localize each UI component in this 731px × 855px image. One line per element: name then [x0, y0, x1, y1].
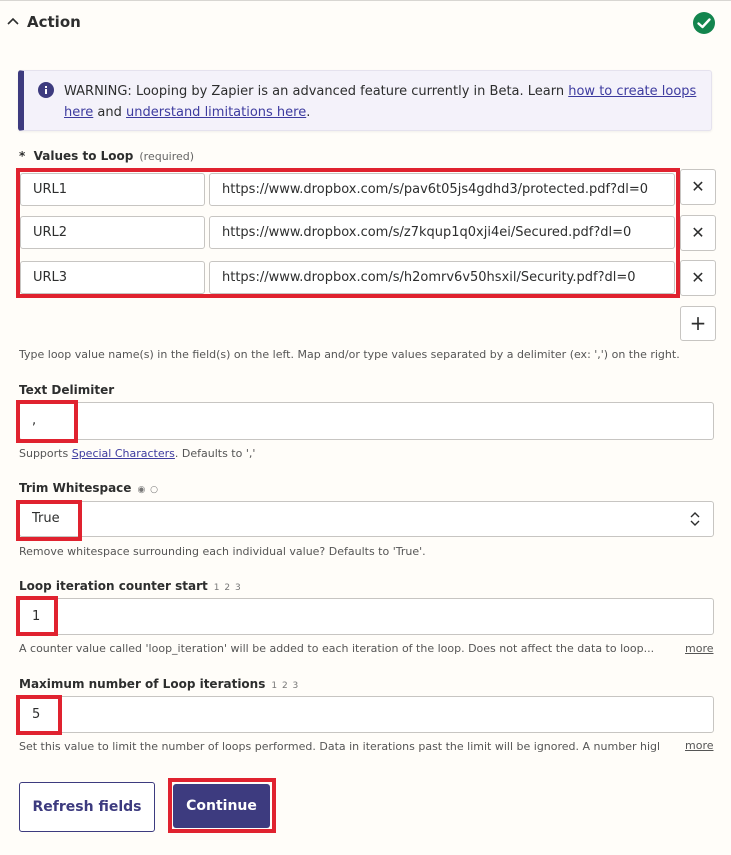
loop-name-input-1[interactable]: URL1: [20, 173, 205, 206]
values-to-loop-help: Type loop value name(s) in the field(s) …: [19, 348, 680, 361]
continue-button[interactable]: Continue: [173, 784, 270, 828]
loop-name-input-2[interactable]: URL2: [20, 216, 205, 249]
check-circle-icon: [693, 12, 715, 34]
loop-value-input-2[interactable]: https://www.dropbox.com/s/z7kqup1q0xji4e…: [209, 216, 675, 249]
number-type-hint: 1 2 3: [213, 583, 242, 593]
remove-row-3-button[interactable]: ✕: [680, 260, 716, 296]
max-iterations-more-link[interactable]: more: [685, 739, 714, 752]
special-characters-link[interactable]: Special Characters: [72, 447, 175, 460]
chevron-up-icon[interactable]: [5, 14, 21, 30]
max-iterations-help: Set this value to limit the number of lo…: [19, 740, 659, 753]
values-to-loop-label: * Values to Loop (required): [19, 149, 195, 163]
trim-whitespace-help: Remove whitespace surrounding each indiv…: [19, 545, 426, 558]
refresh-fields-button[interactable]: Refresh fields: [19, 782, 155, 832]
loop-counter-input[interactable]: 1: [19, 598, 714, 635]
loop-name-input-3[interactable]: URL3: [20, 261, 205, 294]
warning-text: WARNING: Looping by Zapier is an advance…: [64, 84, 697, 120]
loop-counter-more-link[interactable]: more: [685, 642, 714, 655]
trim-whitespace-label: Trim Whitespace ◉ ○: [19, 481, 160, 495]
loop-value-input-1[interactable]: https://www.dropbox.com/s/pav6t05js4gdhd…: [209, 173, 675, 206]
number-type-hint: 1 2 3: [271, 681, 300, 691]
trim-whitespace-select[interactable]: True: [19, 501, 714, 537]
remove-row-1-button[interactable]: ✕: [680, 169, 716, 205]
remove-row-2-button[interactable]: ✕: [680, 215, 716, 251]
text-delimiter-help: Supports Special Characters. Defaults to…: [19, 447, 256, 460]
action-section-header[interactable]: Action: [0, 0, 731, 44]
boolean-type-hint: ◉ ○: [137, 485, 160, 495]
max-iterations-input[interactable]: 5: [19, 696, 714, 733]
loop-value-input-3[interactable]: https://www.dropbox.com/s/h2omrv6v50hsxi…: [209, 261, 675, 294]
info-icon: [38, 82, 54, 98]
max-iterations-label: Maximum number of Loop iterations 1 2 3: [19, 677, 300, 691]
loop-counter-label: Loop iteration counter start 1 2 3: [19, 579, 242, 593]
limitations-link[interactable]: understand limitations here: [126, 105, 306, 120]
select-chevrons-icon: [690, 512, 700, 526]
loop-counter-help: A counter value called 'loop_iteration' …: [19, 642, 655, 655]
text-delimiter-label: Text Delimiter: [19, 383, 115, 397]
text-delimiter-input[interactable]: ,: [19, 402, 714, 440]
beta-warning-banner: WARNING: Looping by Zapier is an advance…: [18, 70, 712, 131]
section-title: Action: [27, 13, 81, 31]
add-row-button[interactable]: +: [680, 306, 716, 341]
